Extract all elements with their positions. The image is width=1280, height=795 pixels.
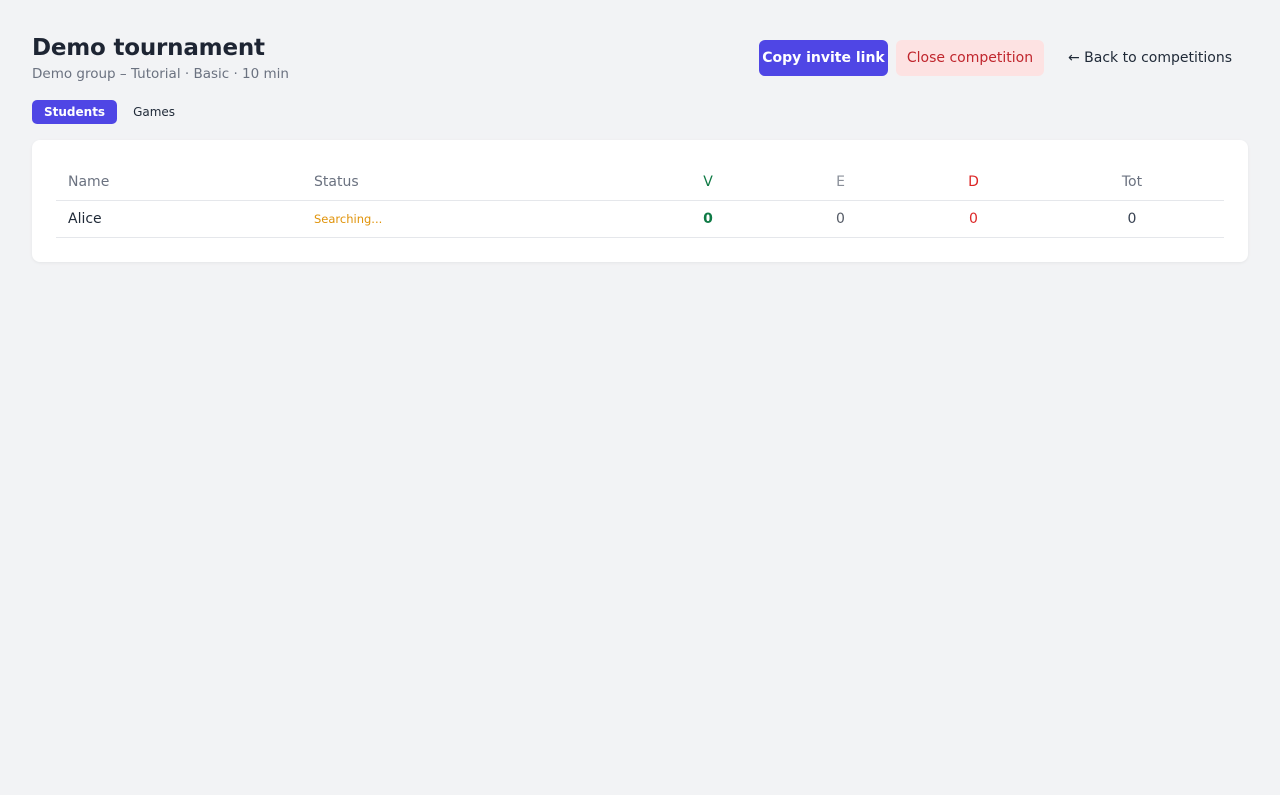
tab-bar: Students Games xyxy=(32,100,187,124)
students-table: Name Status V E D Tot Alice Searching...… xyxy=(56,164,1224,238)
column-header-tot: Tot xyxy=(1040,164,1224,201)
close-competition-button[interactable]: Close competition xyxy=(895,40,1044,76)
column-header-e: E xyxy=(774,164,907,201)
copy-invite-link-button[interactable]: Copy invite link xyxy=(758,40,888,76)
table-header-row: Name Status V E D Tot xyxy=(56,164,1224,201)
tab-games[interactable]: Games xyxy=(121,100,187,124)
student-status: Searching... xyxy=(302,200,642,238)
column-header-status: Status xyxy=(302,164,642,201)
tab-students[interactable]: Students xyxy=(32,100,118,124)
header-actions: Copy invite link Close competition ← Bac… xyxy=(758,40,1248,76)
column-header-v: V xyxy=(642,164,774,201)
page: Demo tournament Demo group – Tutorial · … xyxy=(0,0,1280,795)
student-e: 0 xyxy=(774,200,907,238)
student-v: 0 xyxy=(642,200,774,238)
page-header: Demo tournament Demo group – Tutorial · … xyxy=(32,34,1248,84)
column-header-d: D xyxy=(907,164,1040,201)
student-d: 0 xyxy=(907,200,1040,238)
student-name: Alice xyxy=(56,200,302,238)
page-title: Demo tournament xyxy=(32,35,265,61)
table-row: Alice Searching... 0 0 0 0 xyxy=(56,200,1224,238)
students-card: Name Status V E D Tot Alice Searching...… xyxy=(32,140,1248,262)
back-to-competitions-link[interactable]: ← Back to competitions xyxy=(1052,40,1248,76)
column-header-name: Name xyxy=(56,164,302,201)
page-subtitle: Demo group – Tutorial · Basic · 10 min xyxy=(32,66,289,82)
student-tot: 0 xyxy=(1040,200,1224,238)
